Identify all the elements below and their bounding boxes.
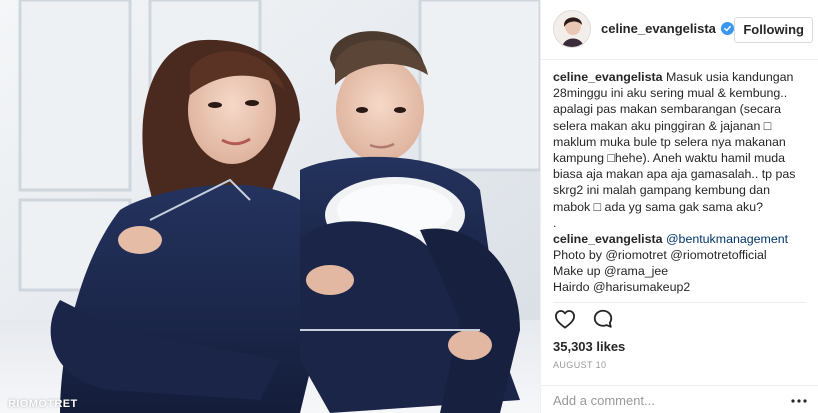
add-comment-input[interactable] xyxy=(553,393,773,408)
action-bar xyxy=(553,307,615,331)
following-button[interactable]: Following xyxy=(734,17,813,43)
more-options-icon[interactable] xyxy=(791,393,807,409)
post-header: celine_evangelista Following xyxy=(541,0,818,60)
post-username: celine_evangelista xyxy=(601,21,734,36)
post-sidebar: celine_evangelista Following celine_evan… xyxy=(540,0,818,413)
hairdo-credit-line: Hairdo @harisumakeup2 xyxy=(553,280,691,295)
avatar-image xyxy=(554,11,590,47)
photo-credit-line: Photo by @riomotret @riomotretofficial xyxy=(553,248,767,263)
credit-comment: celine_evangelista @bentukmanagement xyxy=(553,231,809,247)
comment-username[interactable]: celine_evangelista xyxy=(553,232,663,246)
likes-count[interactable]: 35,303 likes xyxy=(553,339,625,354)
post-photo[interactable]: RIOMOTRET xyxy=(0,0,540,413)
verified-badge-icon xyxy=(720,22,734,35)
comments-section: celine_evangelista Masuk usia kandungan … xyxy=(553,69,809,301)
instagram-post: RIOMOTRET celine_evangelista Following c… xyxy=(0,0,818,413)
mention-link[interactable]: @bentukmanagement xyxy=(666,232,788,246)
avatar[interactable] xyxy=(553,10,591,48)
separator-line: . xyxy=(553,215,557,230)
post-date[interactable]: AUGUST 10 xyxy=(553,360,606,370)
photo-watermark: RIOMOTRET xyxy=(8,398,78,410)
divider xyxy=(553,302,806,303)
username-link[interactable]: celine_evangelista xyxy=(601,21,716,36)
comment-text: Masuk usia kandungan 28minggu ini aku se… xyxy=(553,70,799,214)
add-comment-row xyxy=(541,385,818,413)
couple-photo-illustration xyxy=(0,0,540,413)
heart-icon[interactable] xyxy=(553,307,577,331)
comment-username[interactable]: celine_evangelista xyxy=(553,70,663,84)
comment-icon[interactable] xyxy=(591,307,615,331)
makeup-credit-line: Make up @rama_jee xyxy=(553,264,669,279)
caption-comment: celine_evangelista Masuk usia kandungan … xyxy=(553,69,809,215)
